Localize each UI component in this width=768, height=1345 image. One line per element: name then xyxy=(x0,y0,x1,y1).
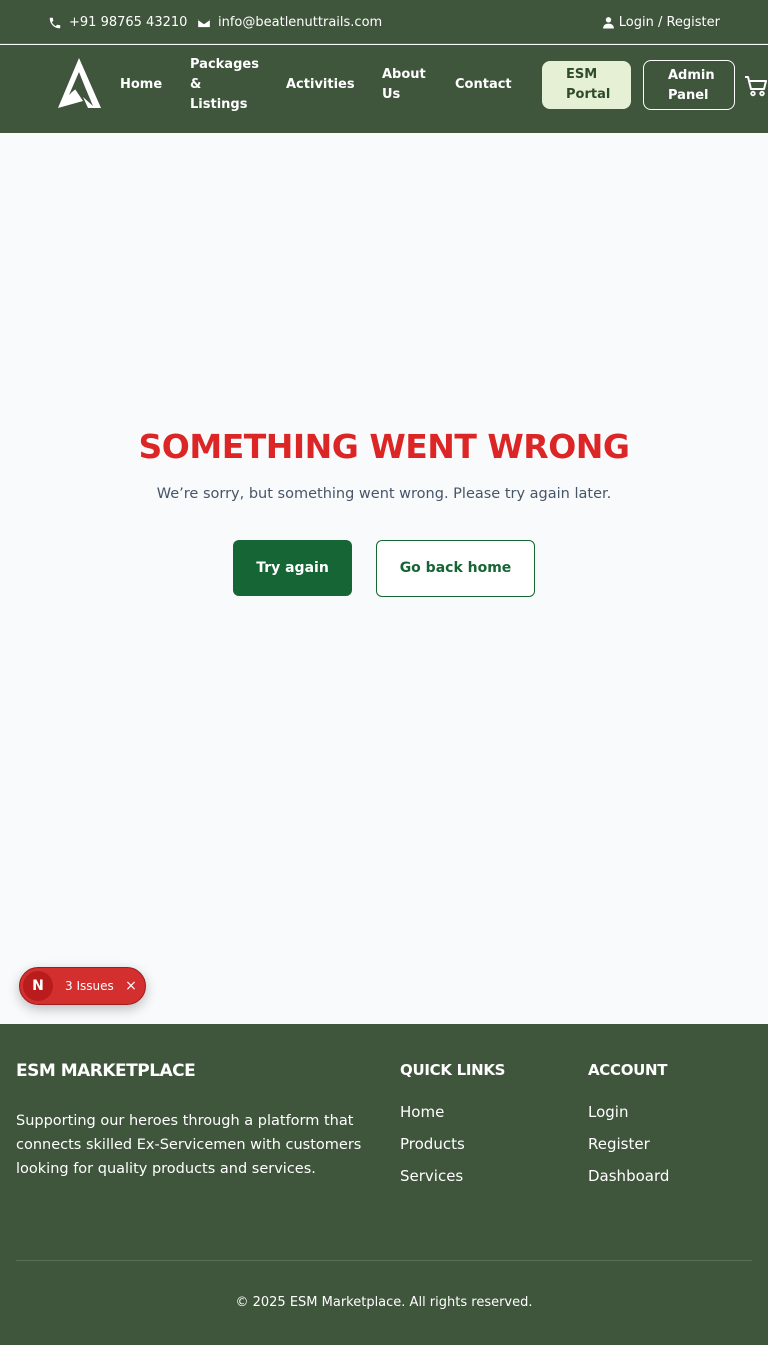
nav-contact-label: Contact xyxy=(455,77,512,92)
nav-packages-listings[interactable]: Packages & Listings xyxy=(190,55,259,115)
user-icon xyxy=(602,17,614,29)
nav-about-us[interactable]: About Us xyxy=(382,65,426,105)
footer-link-login[interactable]: Login xyxy=(588,1102,628,1122)
close-icon[interactable]: × xyxy=(121,976,141,996)
nav-packages-label-line1: Packages xyxy=(190,57,259,72)
admin-panel-label-line2: Panel xyxy=(668,88,709,103)
site-footer: ESM MARKETPLACE Supporting our heroes th… xyxy=(0,1024,768,1345)
main-navbar: Home Packages & Listings Activities Abou… xyxy=(0,45,768,133)
footer-link-products[interactable]: Products xyxy=(400,1134,465,1154)
login-register-label: Login / Register xyxy=(618,15,720,30)
nav-contact[interactable]: Contact xyxy=(455,75,512,95)
nav-about-label-line2: Us xyxy=(382,87,401,102)
footer-divider xyxy=(16,1260,752,1261)
footer-brand: ESM MARKETPLACE xyxy=(16,1061,196,1081)
footer-description: Supporting our heroes through a platform… xyxy=(16,1113,362,1177)
phone-number: +91 98765 43210 xyxy=(69,15,188,30)
nav-activities[interactable]: Activities xyxy=(286,75,355,95)
esm-portal-label-line2: Portal xyxy=(566,87,611,102)
error-main: SOMETHING WENT WRONG We’re sorry, but so… xyxy=(0,133,768,1024)
nav-home-label: Home xyxy=(120,77,163,92)
nav-packages-label-line3: Listings xyxy=(190,97,248,112)
footer-link-dashboard[interactable]: Dashboard xyxy=(588,1166,669,1186)
try-again-button[interactable]: Try again xyxy=(233,540,352,596)
esm-portal-button[interactable]: ESM Portal xyxy=(542,61,631,109)
issues-badge[interactable]: N 3 Issues × xyxy=(19,967,146,1005)
footer-link-home[interactable]: Home xyxy=(400,1102,444,1122)
error-message: We’re sorry, but something went wrong. P… xyxy=(156,486,612,502)
issues-logo: N xyxy=(23,971,53,1001)
footer-link-services[interactable]: Services xyxy=(400,1166,463,1186)
email-address: info@beatlenuttrails.com xyxy=(218,15,383,30)
error-title: SOMETHING WENT WRONG xyxy=(138,427,630,466)
footer-account-heading: ACCOUNT xyxy=(588,1061,668,1079)
nav-activities-label: Activities xyxy=(286,77,355,92)
admin-panel-button[interactable]: Admin Panel xyxy=(643,60,735,110)
issues-count-label: 3 Issues xyxy=(65,979,114,993)
cart-icon[interactable] xyxy=(744,75,768,97)
email-contact[interactable]: info@beatlenuttrails.com xyxy=(197,15,382,30)
top-contact-bar: +91 98765 43210 info@beatlenuttrails.com… xyxy=(0,0,768,44)
nav-home[interactable]: Home xyxy=(120,75,162,95)
footer-link-register[interactable]: Register xyxy=(588,1134,650,1154)
footer-quick-links-heading: QUICK LINKS xyxy=(400,1061,506,1079)
mail-icon xyxy=(197,18,211,27)
admin-panel-label-line1: Admin xyxy=(668,68,715,83)
login-register-link[interactable]: Login / Register xyxy=(602,15,720,30)
phone-contact[interactable]: +91 98765 43210 xyxy=(48,15,187,30)
go-back-home-button[interactable]: Go back home xyxy=(376,540,535,597)
nav-packages-label-line2: & xyxy=(190,77,202,92)
phone-icon xyxy=(49,17,61,28)
footer-copyright: © 2025 ESM Marketplace. All rights reser… xyxy=(235,1295,533,1310)
esm-portal-label-line1: ESM xyxy=(566,67,598,82)
logo-icon[interactable] xyxy=(57,57,102,109)
nav-about-label-line1: About xyxy=(382,67,426,82)
